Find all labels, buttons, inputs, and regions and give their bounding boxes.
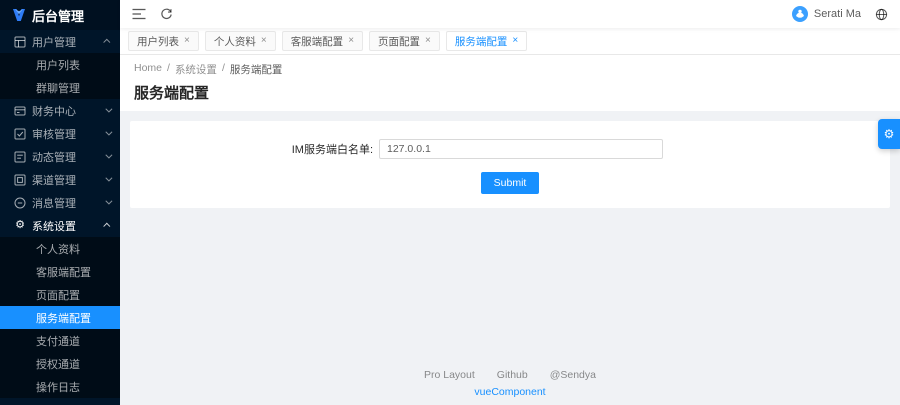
sidebar-item-moments-mgmt[interactable]: 动态管理	[0, 145, 120, 168]
sidebar-item-label: 授权通道	[36, 356, 80, 372]
footer-link-github[interactable]: Github	[497, 369, 528, 381]
sidebar-item-operation-log[interactable]: 操作日志	[0, 375, 120, 398]
menu-fold-icon[interactable]	[132, 8, 146, 20]
page-footer: Pro Layout Github @Sendya vueComponent	[130, 369, 890, 405]
tab-profile[interactable]: 个人资料 ×	[205, 31, 276, 51]
settings-icon: ⚙	[14, 220, 26, 232]
chevron-down-icon	[105, 152, 112, 159]
breadcrumb-current: 服务端配置	[230, 62, 283, 77]
tab-label: 客服端配置	[291, 34, 344, 49]
admin-app: 后台管理 用户管理 用户列表 群聊管理 财务中心	[0, 0, 900, 405]
sidebar-item-label: 动态管理	[32, 149, 76, 165]
language-globe-icon[interactable]	[875, 8, 888, 21]
sidebar-item-label: 个人资料	[36, 241, 80, 257]
chevron-down-icon	[105, 106, 112, 113]
sidebar-item-label: 页面配置	[36, 287, 80, 303]
sidebar-item-finance-center[interactable]: 财务中心	[0, 99, 120, 122]
gear-icon: ⚙	[884, 127, 895, 141]
close-icon[interactable]: ×	[348, 36, 354, 46]
sidebar-item-group-chat-mgmt[interactable]: 群聊管理	[0, 76, 120, 99]
brand-logo-icon	[12, 8, 26, 22]
sidebar-item-profile[interactable]: 个人资料	[0, 237, 120, 260]
sidebar-item-client-config[interactable]: 客服端配置	[0, 260, 120, 283]
user-name: Serati Ma	[814, 8, 861, 20]
sidebar-item-auth-channel[interactable]: 授权通道	[0, 352, 120, 375]
close-icon[interactable]: ×	[184, 36, 190, 46]
avatar	[792, 6, 808, 22]
sidebar-item-user-mgmt[interactable]: 用户管理	[0, 30, 120, 53]
tab-user-list[interactable]: 用户列表 ×	[128, 31, 199, 51]
footer-copyright-link[interactable]: vueComponent	[130, 386, 890, 398]
breadcrumb-separator: /	[222, 62, 225, 77]
sidebar-item-payment-channel[interactable]: 支付通道	[0, 329, 120, 352]
chevron-down-icon	[105, 175, 112, 182]
close-icon[interactable]: ×	[512, 36, 518, 46]
logo[interactable]: 后台管理	[0, 0, 120, 30]
sidebar-item-channel-mgmt[interactable]: 渠道管理	[0, 168, 120, 191]
chevron-down-icon	[105, 198, 112, 205]
sidebar-item-label: 渠道管理	[32, 172, 76, 188]
tab-page-config[interactable]: 页面配置 ×	[369, 31, 440, 51]
sidebar-item-system-settings[interactable]: ⚙ 系统设置	[0, 214, 120, 237]
submit-row: Submit	[130, 172, 890, 194]
sidebar-item-label: 客服端配置	[36, 264, 91, 280]
sidebar-item-label: 群聊管理	[36, 80, 80, 96]
sidebar-item-label: 审核管理	[32, 126, 76, 142]
sidebar: 后台管理 用户管理 用户列表 群聊管理 财务中心	[0, 0, 120, 405]
whitelist-label: IM服务端白名单:	[130, 141, 373, 157]
top-header: Serati Ma	[120, 0, 900, 28]
main-area: Serati Ma 用户列表 × 个人资料 × 客服端配置 × 页面配置 × 服务端配置…	[120, 0, 900, 405]
multitab-bar: 用户列表 × 个人资料 × 客服端配置 × 页面配置 × 服务端配置 ×	[120, 28, 900, 55]
sidebar-item-page-config[interactable]: 页面配置	[0, 283, 120, 306]
audit-icon	[14, 128, 26, 140]
breadcrumb-system-settings[interactable]: 系统设置	[175, 62, 217, 77]
app-title: 后台管理	[32, 6, 84, 25]
tab-label: 用户列表	[137, 34, 179, 49]
finance-icon	[14, 105, 26, 117]
chevron-up-icon	[103, 223, 110, 230]
sidebar-item-label: 消息管理	[32, 195, 76, 211]
sidebar-item-label: 服务端配置	[36, 310, 91, 326]
whitelist-input[interactable]	[379, 139, 663, 159]
close-icon[interactable]: ×	[425, 36, 431, 46]
footer-links: Pro Layout Github @Sendya	[130, 369, 890, 381]
user-menu[interactable]: Serati Ma	[792, 6, 861, 22]
message-icon	[14, 197, 26, 209]
breadcrumb: Home / 系统设置 / 服务端配置	[134, 62, 886, 77]
chevron-up-icon	[103, 39, 110, 46]
sidebar-item-label: 用户列表	[36, 57, 80, 73]
close-icon[interactable]: ×	[261, 36, 267, 46]
page-header: Home / 系统设置 / 服务端配置 服务端配置	[120, 55, 900, 111]
footer-link-sendya[interactable]: @Sendya	[550, 369, 596, 381]
sidebar-item-user-list[interactable]: 用户列表	[0, 53, 120, 76]
submit-button[interactable]: Submit	[481, 172, 540, 194]
page-title: 服务端配置	[134, 82, 886, 103]
chevron-down-icon	[105, 129, 112, 136]
tab-client-config[interactable]: 客服端配置 ×	[282, 31, 363, 51]
breadcrumb-home[interactable]: Home	[134, 62, 162, 77]
whitelist-form-row: IM服务端白名单:	[130, 139, 890, 159]
sidebar-item-audit-mgmt[interactable]: 审核管理	[0, 122, 120, 145]
sidebar-item-message-mgmt[interactable]: 消息管理	[0, 191, 120, 214]
tab-label: 个人资料	[214, 34, 256, 49]
theme-settings-button[interactable]: ⚙	[878, 119, 900, 149]
tab-label: 服务端配置	[455, 34, 508, 49]
sidebar-item-label: 用户管理	[32, 34, 76, 50]
tab-label: 页面配置	[378, 34, 420, 49]
channel-icon	[14, 174, 26, 186]
table-icon	[14, 36, 26, 48]
breadcrumb-separator: /	[167, 62, 170, 77]
sidebar-item-server-config[interactable]: 服务端配置	[0, 306, 120, 329]
tab-server-config[interactable]: 服务端配置 ×	[446, 31, 527, 51]
dynamic-icon	[14, 151, 26, 163]
reload-icon[interactable]	[160, 8, 173, 21]
content-area: IM服务端白名单: Submit ⚙ Pro Layout Github @Se…	[120, 111, 900, 405]
sidebar-item-label: 财务中心	[32, 103, 76, 119]
sidebar-item-label: 系统设置	[32, 218, 76, 234]
footer-link-pro-layout[interactable]: Pro Layout	[424, 369, 475, 381]
sidebar-item-label: 操作日志	[36, 379, 80, 395]
sidebar-item-label: 支付通道	[36, 333, 80, 349]
form-card: IM服务端白名单: Submit	[130, 121, 890, 208]
